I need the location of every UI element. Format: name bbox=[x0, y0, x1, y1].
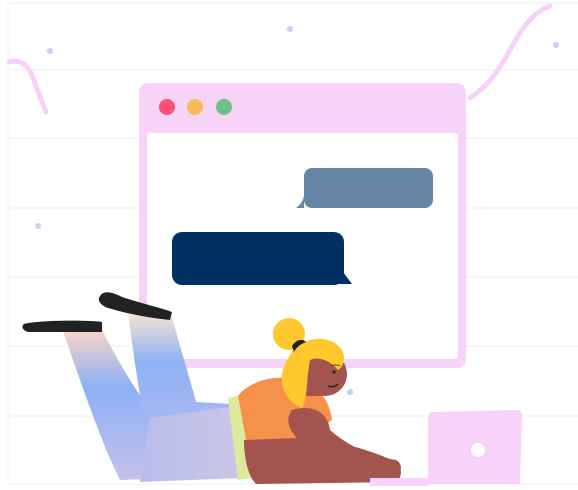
window-close-dot[interactable] bbox=[159, 99, 175, 115]
outgoing-message-bubble bbox=[172, 232, 352, 285]
incoming-message-bubble bbox=[296, 168, 433, 208]
left-squiggle bbox=[6, 58, 49, 115]
right-squiggle bbox=[467, 3, 553, 101]
window-minimize-dot[interactable] bbox=[187, 99, 203, 115]
illustration-canvas bbox=[6, 2, 578, 486]
shoe bbox=[22, 320, 102, 332]
chat-window bbox=[139, 83, 466, 368]
window-maximize-dot[interactable] bbox=[216, 99, 232, 115]
chat-illustration bbox=[0, 0, 578, 490]
